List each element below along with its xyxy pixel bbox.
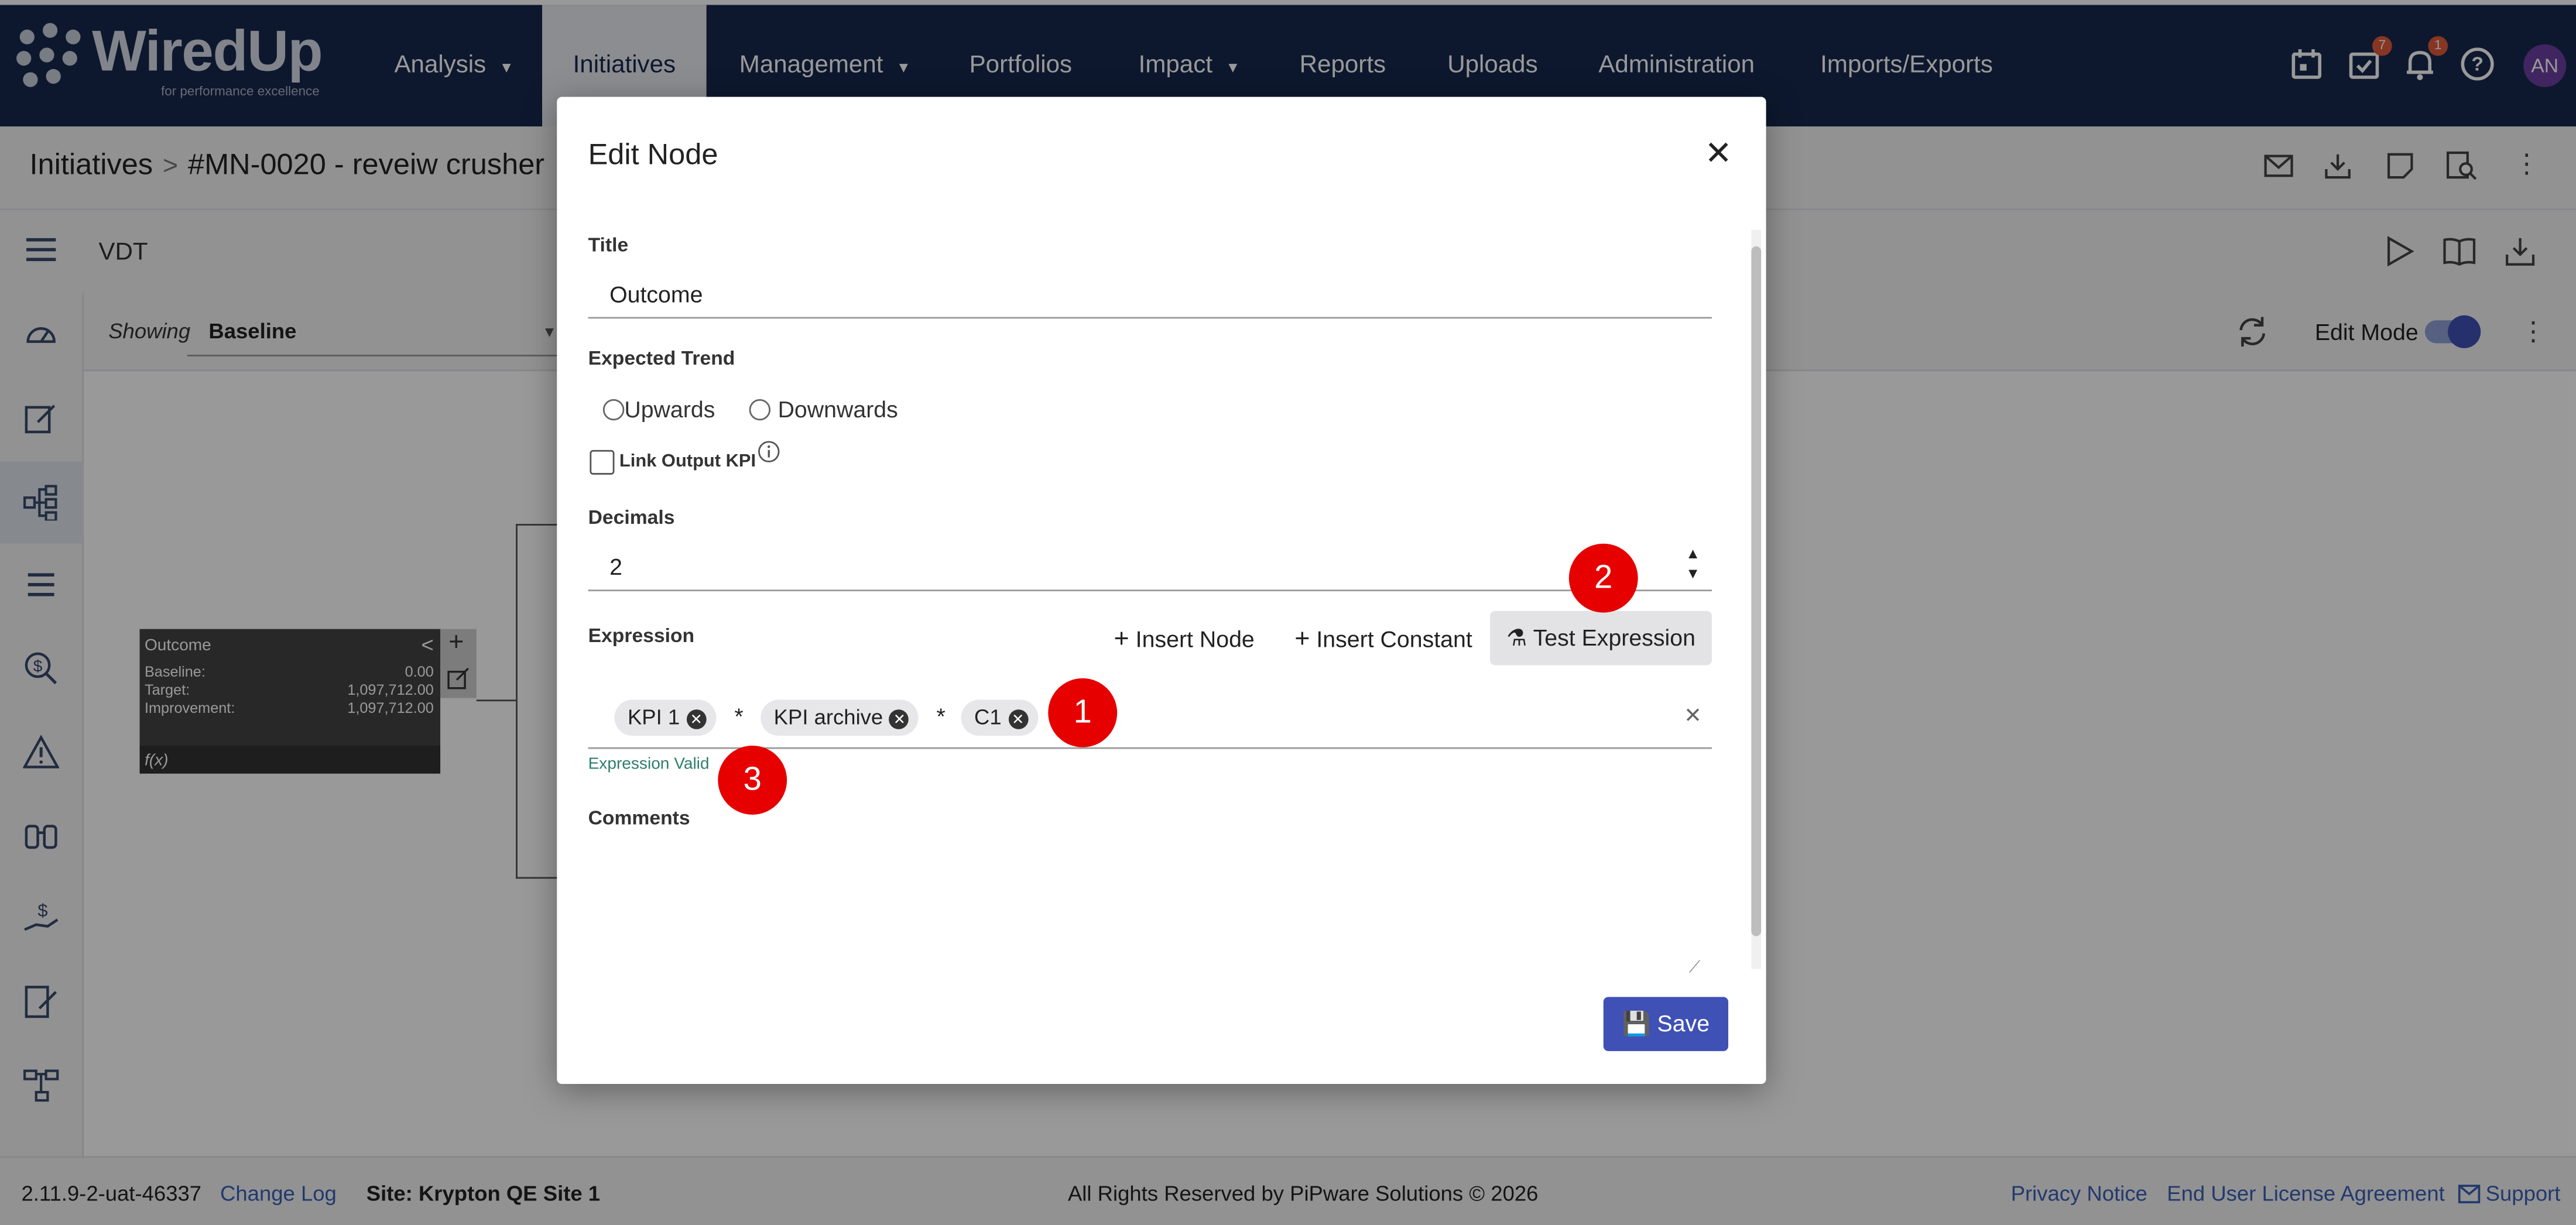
expression-chip[interactable]: KPI archive ✕	[761, 699, 919, 736]
radio-downwards[interactable]: Downwards	[749, 396, 898, 426]
plus-icon: +	[1114, 626, 1129, 654]
close-icon[interactable]: ✕	[1702, 138, 1735, 171]
dialog-scrollbar[interactable]	[1751, 229, 1762, 969]
link-output-kpi-label: Link Output KPI	[619, 451, 756, 472]
expected-trend-label: Expected Trend	[588, 346, 735, 370]
scrollbar-thumb[interactable]	[1751, 246, 1762, 936]
link-output-kpi-checkbox[interactable]	[590, 449, 615, 475]
test-expression-button[interactable]: ⚗ Test Expression	[1490, 610, 1712, 665]
radio-circle	[749, 399, 771, 421]
annotation-marker-3: 3	[718, 745, 787, 815]
flask-icon: ⚗	[1506, 624, 1527, 651]
decimals-input-value: 2	[609, 553, 622, 580]
expression-status: Expression Valid	[588, 755, 710, 774]
clear-expression-icon[interactable]: ✕	[1684, 703, 1702, 729]
expression-chip[interactable]: C1 ✕	[961, 699, 1038, 736]
expression-input[interactable]	[588, 687, 1712, 749]
title-input[interactable]	[588, 267, 1712, 319]
expression-operator: *	[734, 703, 744, 729]
chip-remove-icon[interactable]: ✕	[889, 709, 910, 729]
insert-node-button[interactable]: + Insert Node	[1114, 626, 1255, 656]
expression-operator: *	[936, 703, 946, 729]
title-label: Title	[588, 233, 629, 256]
save-button[interactable]: 💾 Save	[1603, 997, 1729, 1051]
chip-remove-icon[interactable]: ✕	[1008, 709, 1028, 729]
comments-label: Comments	[588, 806, 690, 830]
number-stepper[interactable]: ▲ ▼	[1686, 544, 1700, 583]
annotation-marker-2: 2	[1568, 543, 1638, 613]
comments-textarea[interactable]	[588, 838, 1712, 976]
annotation-marker-1: 1	[1048, 678, 1118, 747]
title-input-value: Outcome	[609, 280, 703, 307]
dialog-title: Edit Node	[588, 138, 718, 171]
info-icon[interactable]	[758, 440, 780, 463]
decimals-label: Decimals	[588, 506, 675, 529]
decimals-input[interactable]	[588, 540, 1712, 592]
floppy-disk-icon: 💾	[1622, 1010, 1651, 1037]
expression-label: Expression	[588, 624, 695, 647]
radio-circle	[602, 399, 625, 421]
chip-remove-icon[interactable]: ✕	[686, 709, 707, 729]
insert-constant-button[interactable]: + Insert Constant	[1294, 626, 1472, 656]
resize-handle-icon[interactable]: ⟋	[1689, 959, 1701, 977]
radio-upwards[interactable]: Upwards	[602, 396, 715, 426]
expression-chip[interactable]: KPI 1 ✕	[614, 699, 716, 736]
plus-icon: +	[1294, 626, 1310, 654]
